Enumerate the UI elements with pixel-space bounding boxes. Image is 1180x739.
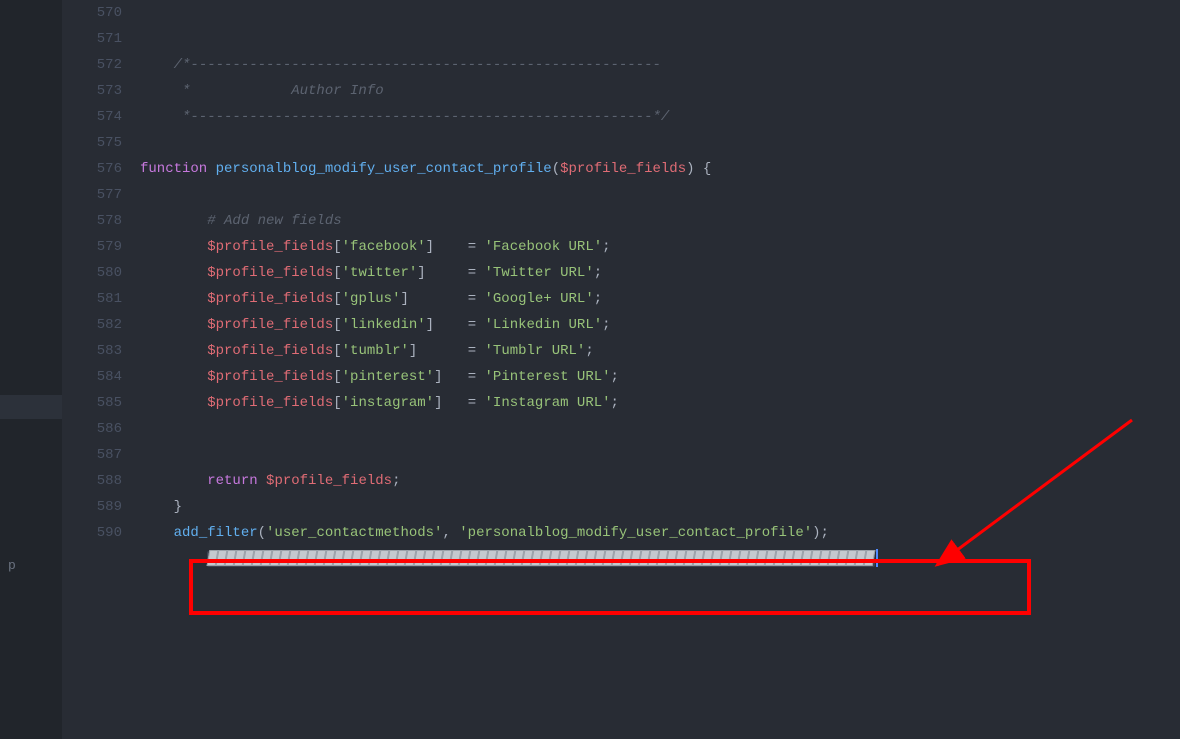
code-line[interactable] (140, 416, 1180, 442)
code-line[interactable] (140, 442, 1180, 468)
code-line[interactable] (140, 182, 1180, 208)
code-line[interactable]: function personalblog_modify_user_contac… (140, 156, 1180, 182)
line-number: 580 (62, 260, 122, 286)
line-number: 587 (62, 442, 122, 468)
line-number: 571 (62, 26, 122, 52)
code-line[interactable]: *---------------------------------------… (140, 104, 1180, 130)
line-number: 577 (62, 182, 122, 208)
code-line[interactable]: $profile_fields['tumblr'] = 'Tumblr URL'… (140, 338, 1180, 364)
code-line[interactable]: # Add new fields (140, 208, 1180, 234)
line-number: 583 (62, 338, 122, 364)
line-number: 584 (62, 364, 122, 390)
line-number: 579 (62, 234, 122, 260)
replacement-glyph-icon (865, 550, 874, 566)
code-line[interactable]: /*--------------------------------------… (140, 52, 1180, 78)
code-line[interactable] (140, 130, 1180, 156)
line-number: 588 (62, 468, 122, 494)
line-number: 585 (62, 390, 122, 416)
line-number: 576 (62, 156, 122, 182)
sidebar-item-active[interactable] (0, 395, 62, 419)
text-cursor (876, 549, 878, 567)
code-line[interactable]: $profile_fields['gplus'] = 'Google+ URL'… (140, 286, 1180, 312)
code-line[interactable]: $profile_fields['twitter'] = 'Twitter UR… (140, 260, 1180, 286)
sidebar-label-p: p (8, 558, 16, 573)
line-number: 572 (62, 52, 122, 78)
code-line-garbled[interactable] (140, 546, 1180, 572)
code-editor[interactable]: 5705715725735745755765775785795805815825… (62, 0, 1180, 739)
sidebar: p (0, 0, 62, 739)
code-line[interactable] (140, 0, 1180, 26)
code-line[interactable] (140, 26, 1180, 52)
code-line[interactable]: } (140, 494, 1180, 520)
line-number: 582 (62, 312, 122, 338)
code-line[interactable]: return $profile_fields; (140, 468, 1180, 494)
line-number: 589 (62, 494, 122, 520)
text-selection (207, 551, 875, 567)
code-line[interactable]: add_filter('user_contactmethods', 'perso… (140, 520, 1180, 546)
line-number: 575 (62, 130, 122, 156)
code-area[interactable]: /*--------------------------------------… (140, 0, 1180, 572)
line-number: 578 (62, 208, 122, 234)
line-number: 573 (62, 78, 122, 104)
line-number: 581 (62, 286, 122, 312)
line-number: 574 (62, 104, 122, 130)
line-number: 590 (62, 520, 122, 546)
line-number: 586 (62, 416, 122, 442)
code-line[interactable]: $profile_fields['facebook'] = 'Facebook … (140, 234, 1180, 260)
code-line[interactable]: * Author Info (140, 78, 1180, 104)
code-line[interactable]: $profile_fields['linkedin'] = 'Linkedin … (140, 312, 1180, 338)
line-number-gutter: 5705715725735745755765775785795805815825… (62, 0, 140, 572)
code-line[interactable]: $profile_fields['pinterest'] = 'Pinteres… (140, 364, 1180, 390)
code-line[interactable]: $profile_fields['instagram'] = 'Instagra… (140, 390, 1180, 416)
line-number: 570 (62, 0, 122, 26)
